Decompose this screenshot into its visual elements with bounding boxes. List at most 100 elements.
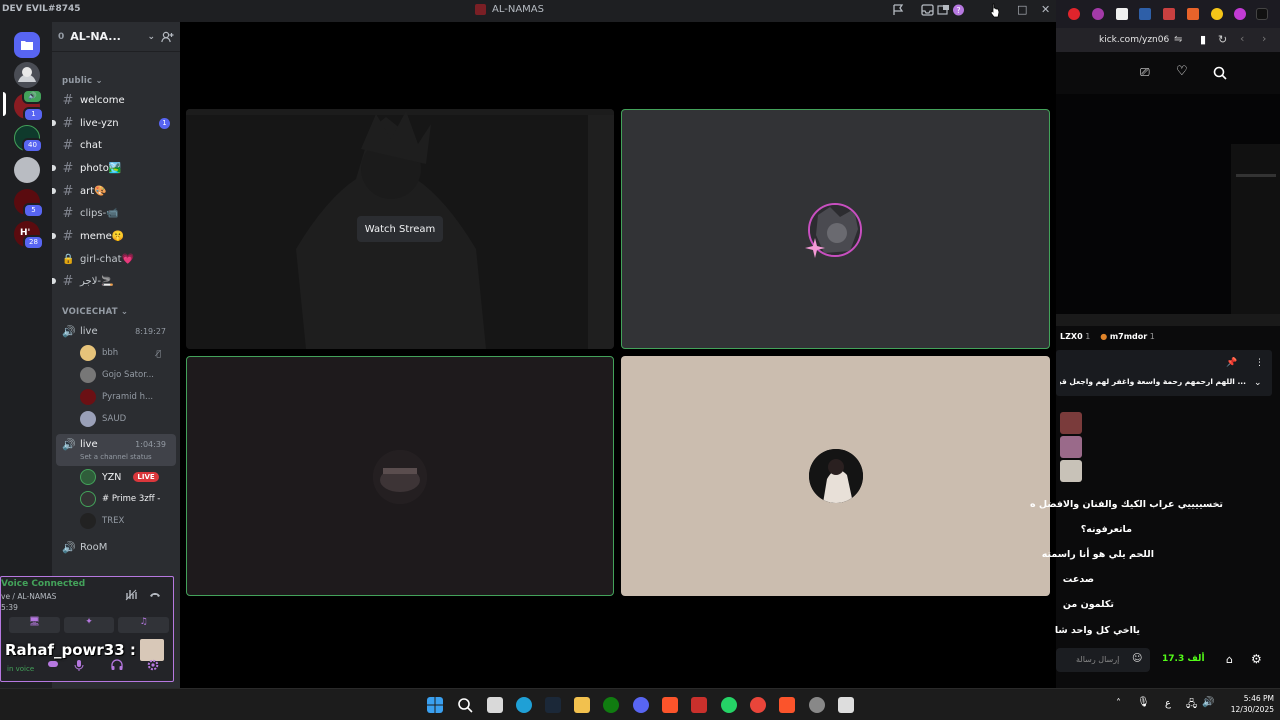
close-window-button[interactable]: ✕ xyxy=(1041,3,1050,16)
activities-icon[interactable]: ✦ xyxy=(63,617,115,633)
channel-art[interactable]: # art🎨 xyxy=(52,181,176,201)
emoji-icon[interactable]: ☺ xyxy=(1132,653,1142,664)
voice-user[interactable]: TREX xyxy=(80,512,124,530)
chat-input[interactable]: إرسال رسالة ☺ xyxy=(1056,648,1150,672)
discord-taskbar-icon[interactable] xyxy=(633,697,649,713)
bookmark-icon[interactable]: ▮ xyxy=(1200,33,1206,46)
steam-icon[interactable] xyxy=(545,697,561,713)
add-member-icon[interactable] xyxy=(161,31,174,43)
voice-user[interactable]: # Prime 3zff - xyxy=(80,490,160,508)
help-icon[interactable]: ? xyxy=(952,4,965,16)
voice-channel-live-2[interactable]: 🔊 live 1:04:39 xyxy=(56,434,176,454)
language-indicator[interactable]: ع xyxy=(1165,698,1171,709)
stream-video[interactable] xyxy=(1056,94,1280,326)
tab-icon[interactable] xyxy=(1187,8,1199,20)
server-icon-4[interactable] xyxy=(14,157,40,183)
voice-user[interactable]: YZN LIVE xyxy=(80,468,159,486)
chevron-down-icon[interactable]: ⌄ xyxy=(147,32,155,42)
app-icon[interactable] xyxy=(838,697,854,713)
voice-channel-path[interactable]: ve / AL-NAMAS xyxy=(1,592,56,601)
channel-status[interactable]: Set a channel status xyxy=(80,453,152,461)
disconnect-icon[interactable] xyxy=(149,589,161,601)
watch-stream-button[interactable]: Watch Stream xyxy=(357,216,443,242)
server-icon-1[interactable] xyxy=(14,62,40,88)
participant-tile-speaking-2[interactable] xyxy=(186,356,614,596)
heart-icon[interactable]: ♡ xyxy=(1176,64,1188,79)
server-header[interactable]: 0 AL-NA... ⌄ xyxy=(52,22,180,52)
search-icon[interactable] xyxy=(457,697,473,713)
gift-icon[interactable]: ⎚ xyxy=(1140,65,1150,80)
channel-chat[interactable]: # chat xyxy=(56,135,176,155)
tab-icon[interactable] xyxy=(1211,8,1223,20)
headphones-icon[interactable] xyxy=(111,659,123,671)
participant-tile-speaking[interactable] xyxy=(621,109,1050,349)
channel-photo[interactable]: # photo🏞️ xyxy=(52,158,176,178)
tab-icon[interactable] xyxy=(1139,8,1151,20)
channel-welcome[interactable]: # welcome xyxy=(56,90,176,110)
reload-icon[interactable]: ↻ xyxy=(1218,33,1227,46)
voice-user[interactable]: bbh 🎙̸ xyxy=(80,344,161,362)
voice-user[interactable]: SAUD xyxy=(80,410,126,428)
pinned-message[interactable]: 📌 ⋮ ... اللهم ارحمهم رحمة واسعة واغفر له… xyxy=(1056,350,1272,396)
server-icon-2[interactable]: 🔊 1 xyxy=(14,89,44,122)
file-explorer-icon[interactable] xyxy=(574,697,590,713)
url-text[interactable]: kick.com/yzn06 xyxy=(1099,35,1169,45)
task-view-icon[interactable] xyxy=(487,697,503,713)
share-icon[interactable]: ⇋ xyxy=(1174,34,1182,45)
channel-girl-chat[interactable]: 🔒 girl-chat💗 xyxy=(56,249,176,269)
maximize-button[interactable]: □ xyxy=(1017,3,1027,16)
app-icon[interactable] xyxy=(691,697,707,713)
app-icon[interactable] xyxy=(809,697,825,713)
settings-gear-icon[interactable] xyxy=(147,659,159,671)
forward-icon[interactable]: › xyxy=(1262,32,1266,45)
chrome-icon[interactable] xyxy=(750,697,766,713)
search-icon[interactable] xyxy=(1213,66,1227,80)
windows-start-icon[interactable] xyxy=(427,697,443,713)
server-icon-3[interactable]: 40 xyxy=(14,125,43,153)
server-icon-5[interactable]: 5 xyxy=(14,189,44,218)
network-icon[interactable]: 🖧 xyxy=(1186,697,1197,714)
youtube-tab-icon[interactable] xyxy=(1068,8,1080,20)
chevron-down-icon[interactable]: ⌄ xyxy=(1254,378,1262,388)
channel-live-yzn[interactable]: # live-yzn 1 xyxy=(52,113,176,133)
channel-clips[interactable]: # clips-📹 xyxy=(56,203,176,223)
tab-icon[interactable] xyxy=(1116,8,1128,20)
clock[interactable]: 5:46 PM 12/30/2025 xyxy=(1224,693,1274,715)
address-bar[interactable]: kick.com/yzn06 ⇋ ▮ ↻ ‹ › xyxy=(1056,28,1280,52)
chevron-up-icon[interactable]: ˄ xyxy=(1116,698,1121,709)
brave-icon[interactable] xyxy=(779,697,795,713)
soundboard-icon[interactable]: ♫ xyxy=(118,617,170,633)
back-icon[interactable]: ‹ xyxy=(1240,32,1244,45)
viewer[interactable]: LZX0 1 xyxy=(1060,332,1090,341)
voice-user[interactable]: Gojo Sator... xyxy=(80,366,154,384)
microphone-icon[interactable] xyxy=(73,659,85,671)
volume-icon[interactable]: 🔊 xyxy=(1202,697,1214,708)
channel-points[interactable]: 17.3 ألف xyxy=(1162,654,1205,664)
stream-tile[interactable]: Watch Stream xyxy=(186,109,614,349)
voice-channel-room[interactable]: 🔊 RooM xyxy=(56,537,176,557)
tab-icon[interactable] xyxy=(1234,8,1246,20)
tiktok-tab-icon[interactable] xyxy=(1256,8,1268,20)
participant-tile[interactable] xyxy=(621,356,1050,596)
tab-icon[interactable] xyxy=(1163,8,1175,20)
channel-smoke[interactable]: # لاجر-🚬 xyxy=(52,271,176,291)
game-controller-icon[interactable] xyxy=(47,659,59,669)
screen-share-icon[interactable]: 🖥 xyxy=(9,617,60,633)
category-public[interactable]: public ⌄ xyxy=(62,76,103,86)
inbox-icon[interactable] xyxy=(921,4,934,16)
tab-icon[interactable] xyxy=(1092,8,1104,20)
store-icon[interactable]: ⌂ xyxy=(1226,653,1233,666)
whatsapp-icon[interactable] xyxy=(721,697,737,713)
voice-user[interactable]: Pyramid h... xyxy=(80,388,153,406)
settings-gear-icon[interactable]: ⚙ xyxy=(1251,652,1262,666)
voice-channel-live-1[interactable]: 🔊 live 8:19:27 xyxy=(56,321,176,341)
flag-icon[interactable] xyxy=(892,4,905,16)
xbox-icon[interactable] xyxy=(603,697,619,713)
microphone-tray-icon[interactable]: 🎙 xyxy=(1137,697,1150,708)
category-voicechat[interactable]: VOICECHAT ⌄ xyxy=(62,307,128,317)
channel-meme[interactable]: # meme🤫 xyxy=(52,226,176,246)
noise-suppression-icon[interactable] xyxy=(125,589,137,601)
dm-home-button[interactable] xyxy=(14,32,40,58)
voice-connected-label[interactable]: Voice Connected xyxy=(1,579,85,589)
popout-icon[interactable] xyxy=(937,4,950,16)
